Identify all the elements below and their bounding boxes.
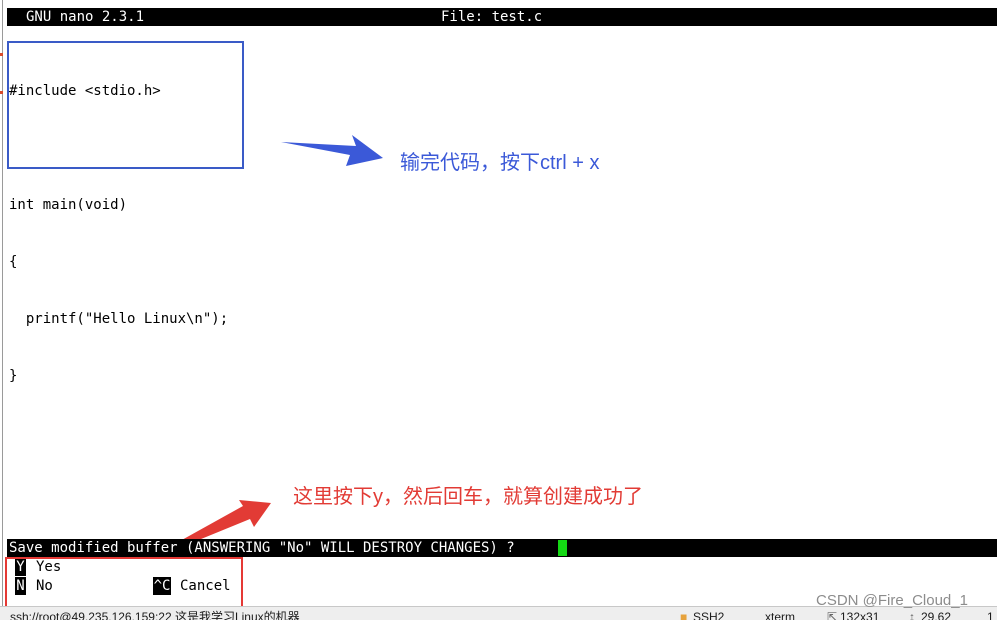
code-line: printf("Hello Linux\n"); <box>9 311 229 327</box>
code-line: { <box>9 254 18 270</box>
connection-info: ssh://root@49.235.126.159:22 这是我学习Linux的… <box>10 610 300 620</box>
nano-title-bar: GNU nano 2.3.1 File: test.c <box>7 8 997 26</box>
save-prompt-text: Save modified buffer (ANSWERING "No" WIL… <box>9 540 515 556</box>
file-name: File: test.c <box>441 9 543 25</box>
code-line: } <box>9 368 18 384</box>
app-version: GNU nano 2.3.1 <box>26 9 145 25</box>
terminal-type: xterm <box>765 610 795 620</box>
cursor-position: 29,62 <box>921 610 952 620</box>
blue-arrow-icon <box>281 135 383 166</box>
terminal-size: 132x31 <box>840 610 880 620</box>
edge-marker <box>0 91 3 94</box>
press-y-annotation: 这里按下y，然后回车，就算创建成功了 <box>293 486 643 508</box>
lock-icon: ■ <box>680 610 688 620</box>
code-line: int main(void) <box>9 197 128 213</box>
position-icon: ↨ <box>909 610 915 620</box>
terminal-cursor <box>558 540 567 556</box>
code-highlight-box <box>7 41 244 169</box>
session-count: 1 <box>987 610 994 620</box>
protocol-label: SSH2 <box>693 610 725 620</box>
edge-marker <box>0 53 3 56</box>
options-highlight-box <box>5 557 243 609</box>
save-prompt-bar: Save modified buffer (ANSWERING "No" WIL… <box>7 539 997 557</box>
ctrl-x-annotation: 输完代码，按下ctrl + x <box>400 152 600 174</box>
csdn-watermark: CSDN @Fire_Cloud_1 <box>816 592 968 609</box>
resize-icon: ⇱ <box>827 610 838 620</box>
